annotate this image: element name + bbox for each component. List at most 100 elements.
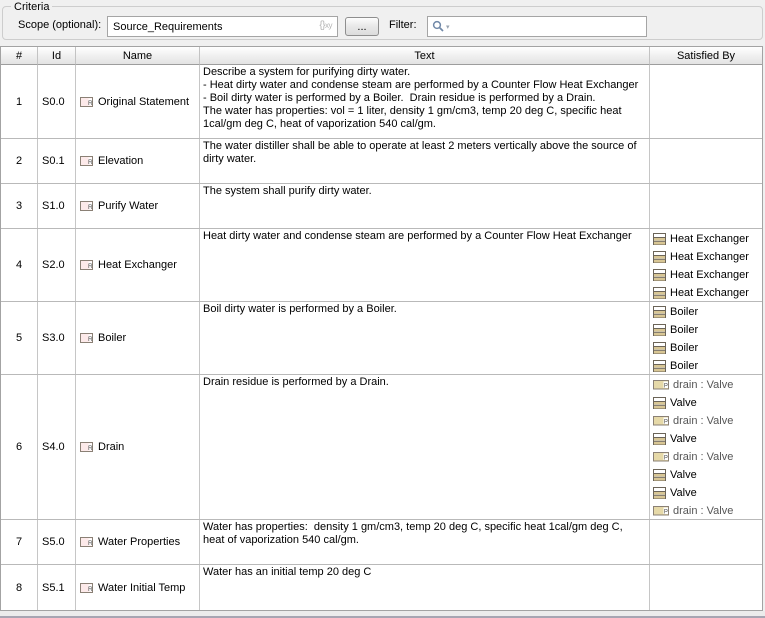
- requirement-icon: [80, 96, 93, 107]
- criteria-groupbox: Criteria Scope (optional): {}xy ... Filt…: [2, 1, 763, 40]
- block-icon: [653, 433, 666, 445]
- requirement-name: Water Properties: [98, 536, 181, 548]
- satisfied-by-item[interactable]: Boiler: [653, 357, 760, 374]
- requirement-icon: [80, 333, 93, 343]
- satisfied-by-item[interactable]: drain : Valve: [653, 502, 760, 519]
- satisfied-by-item[interactable]: Boiler: [653, 321, 760, 339]
- satisfied-by-item[interactable]: Boiler: [653, 339, 760, 357]
- browse-scope-button[interactable]: ...: [345, 17, 379, 36]
- requirement-icon: [80, 260, 93, 270]
- name-cell[interactable]: Heat Exchanger: [76, 229, 200, 301]
- block-icon: [653, 487, 666, 499]
- table-row: 5 S3.0 Boiler Boil dirty water is perfor…: [1, 302, 762, 375]
- row-number-cell[interactable]: 1: [1, 65, 38, 138]
- text-cell[interactable]: Drain residue is performed by a Drain.: [200, 375, 650, 519]
- table-row: 2 S0.1 Elevation The water distiller sha…: [1, 139, 762, 184]
- satisfied-by-item[interactable]: Valve: [653, 430, 760, 448]
- satisfied-by-item[interactable]: drain : Valve: [653, 412, 760, 430]
- satisfied-by-label: Boiler: [670, 324, 699, 336]
- name-cell[interactable]: Water Initial Temp: [76, 565, 200, 610]
- text-cell[interactable]: Water has properties: density 1 gm/cm3, …: [200, 520, 650, 564]
- block-icon: [653, 342, 666, 354]
- column-header-id[interactable]: Id: [38, 47, 76, 65]
- name-cell[interactable]: Original Statement: [76, 65, 200, 138]
- name-cell[interactable]: Boiler: [76, 302, 200, 374]
- row-number-cell[interactable]: 3: [1, 184, 38, 228]
- row-number-cell[interactable]: 7: [1, 520, 38, 564]
- name-cell[interactable]: Water Properties: [76, 520, 200, 564]
- column-header-satisfied-by[interactable]: Satisfied By: [650, 47, 762, 65]
- name-cell[interactable]: Drain: [76, 375, 200, 519]
- satisfied-by-cell: Heat Exchanger Heat Exchanger Heat Excha…: [650, 229, 762, 301]
- satisfied-by-label: Valve: [670, 469, 697, 481]
- satisfied-by-item[interactable]: Heat Exchanger: [653, 266, 760, 284]
- satisfied-by-item[interactable]: Valve: [653, 466, 760, 484]
- requirement-name: Drain: [98, 441, 125, 453]
- requirement-name: Original Statement: [98, 95, 190, 108]
- name-cell[interactable]: Elevation: [76, 139, 200, 183]
- satisfied-by-item[interactable]: Valve: [653, 394, 760, 412]
- requirement-icon: [80, 582, 93, 593]
- satisfied-by-cell[interactable]: [650, 65, 762, 138]
- text-cell[interactable]: Heat dirty water and condense steam are …: [200, 229, 650, 301]
- text-cell[interactable]: Boil dirty water is performed by a Boile…: [200, 302, 650, 374]
- satisfied-by-label: drain : Valve: [673, 505, 734, 517]
- requirement-icon: [80, 442, 93, 452]
- id-cell[interactable]: S0.0: [38, 65, 76, 138]
- block-icon: [653, 269, 666, 281]
- satisfied-by-cell[interactable]: [650, 139, 762, 183]
- satisfied-by-item[interactable]: Heat Exchanger: [653, 248, 760, 266]
- row-number-cell[interactable]: 5: [1, 302, 38, 374]
- satisfied-by-label: drain : Valve: [673, 415, 734, 427]
- satisfied-by-item[interactable]: Heat Exchanger: [653, 284, 760, 301]
- requirement-name: Water Initial Temp: [98, 581, 186, 594]
- requirement-name: Purify Water: [98, 200, 159, 212]
- satisfied-by-cell[interactable]: [650, 565, 762, 610]
- satisfied-by-label: drain : Valve: [673, 451, 734, 463]
- row-number-cell[interactable]: 8: [1, 565, 38, 610]
- id-cell[interactable]: S4.0: [38, 375, 76, 519]
- id-cell[interactable]: S5.1: [38, 565, 76, 610]
- horizontal-scrollbar-track[interactable]: [0, 611, 765, 618]
- id-cell[interactable]: S2.0: [38, 229, 76, 301]
- scope-input[interactable]: [107, 16, 338, 37]
- satisfied-by-label: Heat Exchanger: [670, 287, 749, 299]
- satisfied-by-item[interactable]: drain : Valve: [653, 448, 760, 466]
- part-property-icon: [653, 416, 669, 426]
- table-row: 8 S5.1 Water Initial Temp Water has an i…: [1, 565, 762, 610]
- satisfied-by-item[interactable]: Boiler: [653, 303, 760, 321]
- satisfied-by-item[interactable]: drain : Valve: [653, 376, 760, 394]
- satisfied-by-label: Heat Exchanger: [670, 269, 749, 281]
- requirement-name: Boiler: [98, 332, 127, 344]
- text-cell[interactable]: The system shall purify dirty water.: [200, 184, 650, 228]
- id-cell[interactable]: S5.0: [38, 520, 76, 564]
- column-header-text[interactable]: Text: [200, 47, 650, 65]
- table-row: 1 S0.0 Original Statement Describe a sys…: [1, 65, 762, 139]
- satisfied-by-cell: drain : Valve Valve drain : Valve Valve …: [650, 375, 762, 519]
- satisfied-by-item[interactable]: Valve: [653, 484, 760, 502]
- part-property-icon: [653, 452, 669, 462]
- satisfied-by-item[interactable]: Heat Exchanger: [653, 230, 760, 248]
- satisfied-by-cell[interactable]: [650, 520, 762, 564]
- row-number-cell[interactable]: 2: [1, 139, 38, 183]
- name-cell[interactable]: Purify Water: [76, 184, 200, 228]
- id-cell[interactable]: S0.1: [38, 139, 76, 183]
- requirement-icon: [80, 156, 93, 166]
- satisfied-by-label: Valve: [670, 433, 697, 445]
- part-property-icon: [653, 506, 669, 516]
- text-cell[interactable]: The water distiller shall be able to ope…: [200, 139, 650, 183]
- satisfied-by-cell[interactable]: [650, 184, 762, 228]
- row-number-cell[interactable]: 6: [1, 375, 38, 519]
- id-cell[interactable]: S1.0: [38, 184, 76, 228]
- column-header-name[interactable]: Name: [76, 47, 200, 65]
- requirement-icon: [80, 201, 93, 211]
- block-icon: [653, 397, 666, 409]
- id-cell[interactable]: S3.0: [38, 302, 76, 374]
- filter-input[interactable]: [427, 16, 647, 37]
- text-cell[interactable]: Water has an initial temp 20 deg C: [200, 565, 650, 610]
- criteria-group-label: Criteria: [11, 1, 53, 13]
- column-header-num[interactable]: #: [1, 47, 38, 65]
- filter-label: Filter:: [389, 19, 417, 31]
- text-cell[interactable]: Describe a system for purifying dirty wa…: [200, 65, 650, 138]
- row-number-cell[interactable]: 4: [1, 229, 38, 301]
